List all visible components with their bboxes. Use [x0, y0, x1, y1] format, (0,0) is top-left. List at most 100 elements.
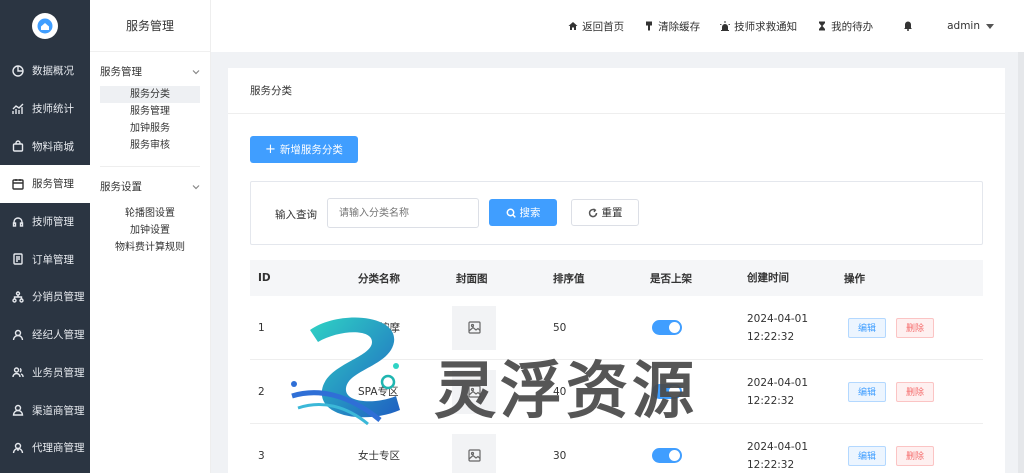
sidebar-item-label: 经纪人管理: [32, 329, 85, 342]
user-menu[interactable]: admin: [947, 20, 994, 32]
main-sidebar: 数据概况 技师统计 物料商城 服务管理 技师管理 订单管理 分销员管理 经纪人管…: [0, 0, 90, 473]
created-date: 2024-04-01: [747, 440, 809, 453]
delete-button[interactable]: 删除: [896, 445, 935, 466]
logo-area: [0, 0, 90, 52]
top-header: 返回首页 清除缓存 技师求救通知 我的待办 admin: [211, 0, 1024, 52]
column-header-on-shelf: 是否上架: [650, 272, 692, 285]
sidebar-item-overview[interactable]: 数据概况: [0, 52, 90, 90]
subnav-item-service-category[interactable]: 服务分类: [100, 86, 200, 103]
edit-button[interactable]: 编辑: [848, 317, 887, 338]
reset-button[interactable]: 重置: [571, 199, 639, 226]
sidebar-item-label: 技师管理: [32, 216, 74, 229]
alarm-icon: [720, 21, 731, 31]
search-input[interactable]: [327, 198, 479, 228]
trend-chart-icon: [12, 103, 24, 115]
subnav-group-label: 服务设置: [100, 180, 142, 193]
sidebar-item-material-mall[interactable]: 物料商城: [0, 127, 90, 165]
add-category-label: 新增服务分类: [279, 144, 343, 156]
on-shelf-toggle[interactable]: [652, 320, 682, 335]
created-date: 2024-04-01: [747, 312, 809, 325]
cover-image[interactable]: [452, 369, 496, 414]
sidebar-item-label: 技师统计: [32, 103, 74, 116]
user-icon: [12, 329, 24, 341]
bell-icon: [904, 21, 913, 31]
sidebar-item-tech-mgmt[interactable]: 技师管理: [0, 203, 90, 241]
content-card: 服务分类 + 新增服务分类 输入查询 搜索 重置 ID 分类名称 封面图 排序值…: [228, 68, 1005, 473]
created-time: 12:22:32: [747, 458, 795, 471]
sub-sidebar-title: 服务管理: [90, 0, 210, 52]
sidebar-item-label: 物料商城: [32, 140, 74, 153]
sidebar-item-service-mgmt[interactable]: 服务管理: [0, 165, 90, 203]
sidebar-item-label: 业务员管理: [32, 366, 85, 379]
pie-chart-icon: [12, 65, 24, 77]
add-category-button[interactable]: + 新增服务分类: [250, 136, 358, 163]
on-shelf-toggle[interactable]: [652, 384, 682, 399]
home-link-label: 返回首页: [582, 20, 625, 33]
chevron-down-icon: [192, 67, 200, 75]
cell-created: 2024-04-01 12:22:32: [747, 310, 844, 346]
cell-sort: 50: [553, 321, 567, 334]
hourglass-icon: [819, 21, 826, 31]
cell-id: 2: [258, 385, 265, 398]
subnav-item-service-review[interactable]: 服务审核: [100, 137, 200, 154]
delete-button[interactable]: 删除: [896, 317, 935, 338]
subnav-item-overtime-settings[interactable]: 加钟设置: [100, 222, 200, 239]
sidebar-item-order-mgmt[interactable]: 订单管理: [0, 240, 90, 278]
query-panel: 输入查询 搜索 重置: [250, 181, 983, 245]
subnav-group-toggle[interactable]: 服务管理: [100, 64, 200, 78]
search-button-label: 搜索: [519, 207, 541, 219]
clear-cache-link[interactable]: 清除缓存: [644, 19, 700, 34]
user-group-icon: [12, 404, 24, 416]
cover-image[interactable]: [452, 433, 496, 473]
home-logo-icon[interactable]: [32, 13, 58, 39]
plus-icon: +: [265, 142, 276, 157]
page-scrollbar[interactable]: [1018, 52, 1024, 473]
sidebar-item-distributor-mgmt[interactable]: 分销员管理: [0, 278, 90, 316]
search-icon: [506, 208, 516, 218]
cell-name: 保健按摩: [358, 322, 400, 334]
created-date: 2024-04-01: [747, 376, 809, 389]
table-row: 1 保健按摩 50 2024-04-01 12:22:32 编辑 删除: [250, 296, 983, 360]
headset-icon: [12, 216, 24, 228]
subnav-item-material-fee-rules[interactable]: 物料费计算规则: [100, 239, 200, 256]
sidebar-item-label: 数据概况: [32, 65, 74, 78]
shopping-bag-icon: [12, 140, 24, 152]
query-label: 输入查询: [275, 209, 317, 221]
table-row: 2 SPA专区 40 2024-04-01 12:22:32 编辑 删除: [250, 360, 983, 424]
notification-button[interactable]: [903, 21, 917, 31]
delete-button[interactable]: 删除: [896, 381, 935, 402]
table-header: ID 分类名称 封面图 排序值 是否上架 创建时间 操作: [250, 260, 983, 296]
sos-notice-link[interactable]: 技师求救通知: [720, 19, 797, 34]
column-header-actions: 操作: [844, 272, 865, 285]
todo-link[interactable]: 我的待办: [817, 19, 873, 34]
created-time: 12:22:32: [747, 394, 795, 407]
sidebar-item-label: 代理商管理: [32, 442, 85, 455]
cover-image[interactable]: [452, 305, 496, 350]
sidebar-item-broker-mgmt[interactable]: 经纪人管理: [0, 316, 90, 354]
on-shelf-toggle[interactable]: [652, 448, 682, 463]
sidebar-item-channel-mgmt[interactable]: 渠道商管理: [0, 391, 90, 429]
sidebar-item-agent-mgmt[interactable]: 代理商管理: [0, 429, 90, 467]
search-button[interactable]: 搜索: [489, 199, 557, 226]
image-icon: [467, 385, 481, 398]
calendar-icon: [12, 178, 24, 190]
category-table: ID 分类名称 封面图 排序值 是否上架 创建时间 操作 1 保健按摩 50 2…: [250, 260, 983, 473]
sidebar-item-label: 服务管理: [32, 178, 74, 191]
subnav-item-banner-settings[interactable]: 轮播图设置: [100, 205, 200, 222]
home-link[interactable]: 返回首页: [568, 19, 624, 34]
subnav-item-service-mgmt[interactable]: 服务管理: [100, 103, 200, 120]
subnav-group-settings: 服务设置 轮播图设置 加钟设置 物料费计算规则: [90, 167, 210, 256]
refresh-icon: [588, 207, 597, 217]
sidebar-item-tech-stats[interactable]: 技师统计: [0, 90, 90, 128]
agent-icon: [12, 442, 24, 454]
edit-button[interactable]: 编辑: [848, 445, 887, 466]
cell-sort: 30: [553, 449, 567, 462]
created-time: 12:22:32: [747, 330, 795, 343]
image-icon: [467, 321, 481, 334]
edit-button[interactable]: 编辑: [848, 381, 887, 402]
subnav-group-toggle[interactable]: 服务设置: [100, 179, 200, 193]
sidebar-item-salesman-mgmt[interactable]: 业务员管理: [0, 354, 90, 392]
sidebar-item-label: 分销员管理: [32, 291, 85, 304]
subnav-item-overtime-service[interactable]: 加钟服务: [100, 120, 200, 137]
clear-cache-label: 清除缓存: [658, 20, 701, 33]
